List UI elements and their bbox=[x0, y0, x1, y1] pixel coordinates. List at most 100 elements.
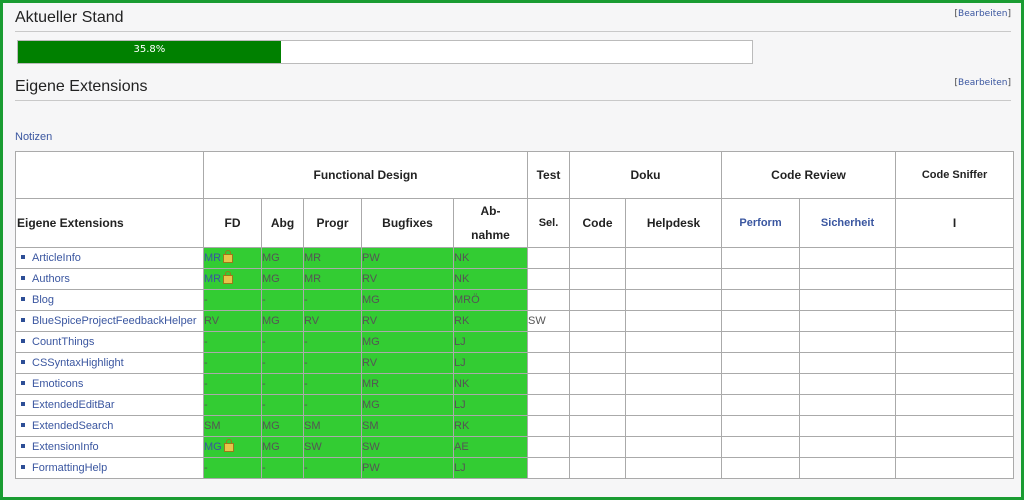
extension-name-cell[interactable]: ArticleInfo bbox=[15, 247, 204, 269]
cell-fd: MG bbox=[203, 436, 262, 458]
cell-sicherheit bbox=[799, 310, 897, 332]
cell-test bbox=[527, 331, 571, 353]
progress-fill: 35.8% bbox=[18, 41, 281, 63]
col-abg: Abg bbox=[261, 198, 304, 248]
bullet-icon bbox=[21, 360, 25, 365]
cell-progr: SW bbox=[303, 436, 362, 458]
extension-name-cell[interactable]: Emoticons bbox=[15, 373, 204, 395]
cell-value: NK bbox=[454, 252, 470, 264]
col-sicherheit[interactable]: Sicherheit bbox=[799, 198, 897, 248]
cell-test bbox=[527, 436, 571, 458]
cell-sniffer bbox=[895, 373, 1015, 395]
extension-name-cell[interactable]: ExtendedSearch bbox=[15, 415, 204, 437]
notes-link[interactable]: Notizen bbox=[15, 131, 1011, 143]
fd-link[interactable]: MG bbox=[205, 441, 222, 453]
extension-link[interactable]: CountThings bbox=[32, 336, 94, 348]
cell-value: LJ bbox=[454, 462, 466, 474]
cell-value: SM bbox=[304, 420, 321, 432]
cell-perform bbox=[721, 457, 801, 479]
cell-value: - bbox=[204, 399, 208, 411]
cell-fd: SM bbox=[203, 415, 262, 437]
fd-link[interactable]: MR bbox=[205, 273, 222, 285]
table-row: ExtensionInfo MG MG SW SW AE bbox=[15, 436, 1015, 458]
extension-name-cell[interactable]: FormattingHelp bbox=[15, 457, 204, 479]
cell-code bbox=[569, 268, 627, 290]
cell-fd: - bbox=[203, 289, 262, 311]
table-row: ExtendedSearch SM MG SM SM RK bbox=[15, 415, 1015, 437]
cell-code bbox=[569, 373, 627, 395]
cell-bugfixes: RV bbox=[361, 310, 454, 332]
header-code-review: Code Review bbox=[721, 151, 897, 199]
cell-helpdesk bbox=[625, 415, 723, 437]
bullet-icon bbox=[21, 255, 25, 260]
cell-perform bbox=[721, 310, 801, 332]
cell-value: LJ bbox=[454, 357, 466, 369]
extension-link[interactable]: ExtensionInfo bbox=[32, 441, 99, 453]
col-perform[interactable]: Perform bbox=[721, 198, 801, 248]
cell-test bbox=[527, 415, 571, 437]
cell-progr: RV bbox=[303, 310, 362, 332]
cell-abg: - bbox=[261, 373, 304, 395]
bullet-icon bbox=[21, 276, 25, 281]
cell-test bbox=[527, 268, 571, 290]
col-eigene-extensions: Eigene Extensions bbox=[15, 198, 204, 248]
extension-link[interactable]: ExtendedSearch bbox=[32, 420, 113, 432]
cell-perform bbox=[721, 268, 801, 290]
cell-abnahme: AE bbox=[452, 436, 529, 458]
cell-value: - bbox=[304, 336, 308, 348]
col-code: Code bbox=[569, 198, 627, 248]
fd-link[interactable]: MR bbox=[205, 252, 222, 264]
cell-value: MRÖ bbox=[454, 294, 480, 306]
cell-sicherheit bbox=[799, 247, 897, 269]
cell-perform bbox=[721, 394, 801, 416]
cell-perform bbox=[721, 331, 801, 353]
cell-fd: - bbox=[203, 394, 262, 416]
cell-perform bbox=[721, 373, 801, 395]
status-section: Aktueller Stand [Bearbeiten] 35.8% bbox=[15, 3, 1011, 64]
cell-value: - bbox=[304, 462, 308, 474]
extension-link[interactable]: ArticleInfo bbox=[32, 252, 81, 264]
cell-fd: RV bbox=[203, 310, 262, 332]
cell-test bbox=[527, 457, 571, 479]
cell-bugfixes: MG bbox=[361, 289, 454, 311]
extension-name-cell[interactable]: BlueSpiceProjectFeedbackHelper bbox=[15, 310, 204, 332]
cell-sicherheit bbox=[799, 352, 897, 374]
extension-link[interactable]: FormattingHelp bbox=[32, 462, 107, 474]
extension-link[interactable]: Emoticons bbox=[32, 378, 83, 390]
extension-name-cell[interactable]: Blog bbox=[15, 289, 204, 311]
cell-value: PW bbox=[362, 252, 380, 264]
extension-name-cell[interactable]: CountThings bbox=[15, 331, 204, 353]
cell-abnahme: LJ bbox=[452, 457, 529, 479]
cell-code bbox=[569, 331, 627, 353]
cell-value: RV bbox=[362, 357, 378, 369]
extension-name-cell[interactable]: ExtendedEditBar bbox=[15, 394, 204, 416]
cell-progr: MR bbox=[303, 268, 362, 290]
extension-name-cell[interactable]: CSSyntaxHighlight bbox=[15, 352, 204, 374]
cell-bugfixes: RV bbox=[361, 268, 454, 290]
cell-progr: - bbox=[303, 289, 362, 311]
cell-fd: MR bbox=[203, 268, 262, 290]
cell-sniffer bbox=[895, 268, 1015, 290]
cell-abnahme: NK bbox=[452, 268, 529, 290]
cell-value: MG bbox=[362, 399, 380, 411]
cell-value: AE bbox=[454, 441, 469, 453]
cell-sniffer bbox=[895, 289, 1015, 311]
extension-name-cell[interactable]: Authors bbox=[15, 268, 204, 290]
status-edit-link[interactable]: [Bearbeiten] bbox=[955, 9, 1011, 19]
bullet-icon bbox=[21, 423, 25, 428]
cell-value: - bbox=[204, 462, 208, 474]
cell-value: MG bbox=[262, 273, 280, 285]
cell-value: RV bbox=[362, 273, 378, 285]
extension-link[interactable]: BlueSpiceProjectFeedbackHelper bbox=[32, 315, 196, 327]
cell-value: SW bbox=[362, 441, 380, 453]
extension-link[interactable]: Authors bbox=[32, 273, 70, 285]
extension-link[interactable]: Blog bbox=[32, 294, 54, 306]
extension-link[interactable]: CSSyntaxHighlight bbox=[32, 357, 124, 369]
extensions-edit-link[interactable]: [Bearbeiten] bbox=[955, 78, 1011, 88]
extension-link[interactable]: ExtendedEditBar bbox=[32, 399, 115, 411]
bullet-icon bbox=[21, 297, 25, 302]
cell-abg: MG bbox=[261, 415, 304, 437]
extension-name-cell[interactable]: ExtensionInfo bbox=[15, 436, 204, 458]
cell-bugfixes: PW bbox=[361, 247, 454, 269]
cell-helpdesk bbox=[625, 289, 723, 311]
